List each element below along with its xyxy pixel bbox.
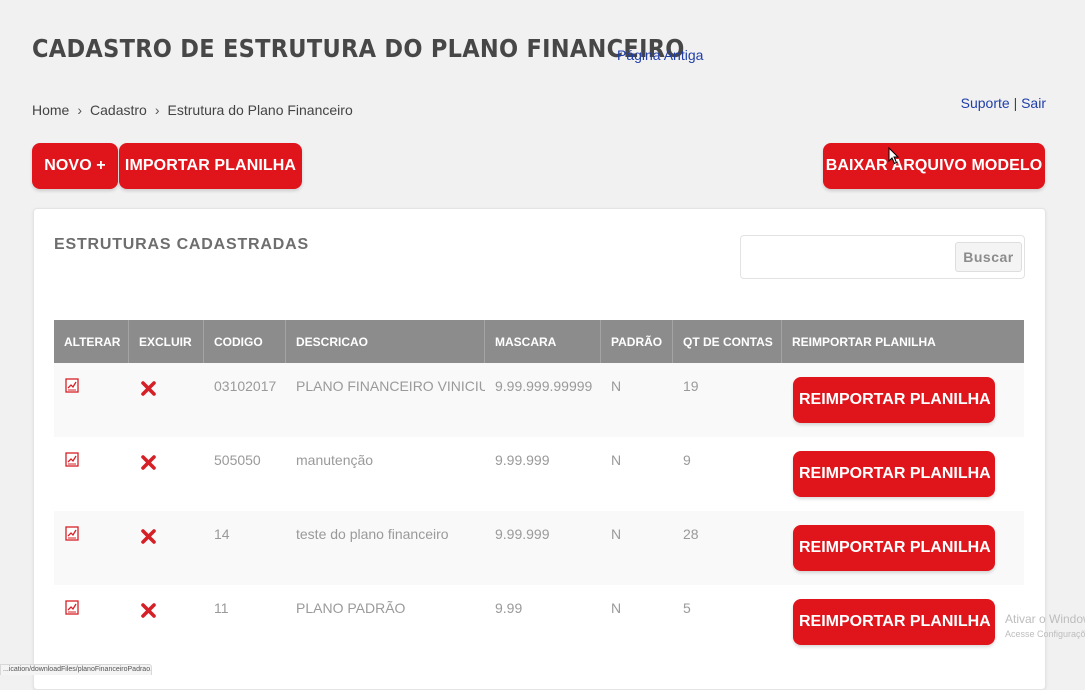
table-body: 03102017 PLANO FINANCEIRO VINICIUS 9.99.… (54, 363, 1024, 659)
breadcrumb-separator: › (154, 102, 160, 118)
table-row: 505050 manutenção 9.99.999 N 9 REIMPORTA… (54, 437, 1024, 511)
top-links: Suporte | Sair (961, 95, 1046, 111)
cell-mascara: 9.99.999 (495, 452, 550, 468)
cell-descricao: teste do plano financeiro (296, 526, 449, 542)
cell-descricao: PLANO FINANCEIRO VINICIUS (296, 378, 485, 394)
download-template-button[interactable]: BAIXAR ARQUIVO MODELO (823, 143, 1045, 189)
windows-activation-watermark: Ativar o Window Acesse Configurações (1005, 612, 1085, 642)
cell-qt-contas: 28 (683, 526, 699, 542)
cell-qt-contas: 9 (683, 452, 691, 468)
delete-x-icon[interactable] (141, 603, 156, 621)
logout-link[interactable]: Sair (1021, 95, 1046, 111)
reimport-spreadsheet-button[interactable]: REIMPORTAR PLANILHA (793, 451, 995, 497)
reimport-spreadsheet-button[interactable]: REIMPORTAR PLANILHA (793, 599, 995, 645)
panel-title: ESTRUTURAS CADASTRADAS (54, 236, 309, 253)
cell-padrao: N (611, 452, 622, 468)
delete-x-icon[interactable] (141, 529, 156, 547)
old-page-link[interactable]: Página Antiga (617, 47, 703, 63)
structures-panel: ESTRUTURAS CADASTRADAS Buscar ALTERAR EX… (33, 208, 1046, 690)
delete-x-icon[interactable] (141, 381, 156, 399)
cell-padrao: N (611, 378, 622, 394)
search-input[interactable] (747, 242, 951, 272)
reimport-spreadsheet-button[interactable]: REIMPORTAR PLANILHA (793, 377, 995, 423)
table-row: 11 PLANO PADRÃO 9.99 N 5 REIMPORTAR PLAN… (54, 585, 1024, 659)
column-header-padrao: PADRÃO (601, 320, 673, 363)
import-spreadsheet-button[interactable]: IMPORTAR PLANILHA (119, 143, 302, 189)
cell-mascara: 9.99 (495, 600, 523, 616)
cell-qt-contas: 19 (683, 378, 699, 394)
table-row: 14 teste do plano financeiro 9.99.999 N … (54, 511, 1024, 585)
delete-x-icon[interactable] (141, 455, 156, 473)
column-header-mascara: MASCARA (485, 320, 601, 363)
cell-codigo: 505050 (214, 452, 261, 468)
column-header-alterar: ALTERAR (54, 320, 129, 363)
breadcrumb-separator: › (77, 102, 83, 118)
search-box: Buscar (740, 235, 1025, 279)
cell-mascara: 9.99.999.99999 (495, 378, 593, 394)
breadcrumb-home[interactable]: Home (32, 102, 69, 118)
edit-document-icon[interactable] (65, 452, 79, 470)
column-header-reimportar: REIMPORTAR PLANILHA (792, 334, 936, 349)
new-button[interactable]: NOVO + (32, 143, 118, 189)
cell-qt-contas: 5 (683, 600, 691, 616)
cell-codigo: 14 (214, 526, 230, 542)
edit-document-icon[interactable] (65, 600, 79, 618)
table-row: 03102017 PLANO FINANCEIRO VINICIUS 9.99.… (54, 363, 1024, 437)
top-links-divider: | (1013, 95, 1018, 111)
cell-padrao: N (611, 526, 622, 542)
breadcrumb-cadastro[interactable]: Cadastro (90, 102, 147, 118)
column-header-qt-contas: QT DE CONTAS (673, 320, 782, 363)
mouse-cursor-icon (888, 146, 900, 170)
cell-mascara: 9.99.999 (495, 526, 550, 542)
edit-document-icon[interactable] (65, 526, 79, 544)
column-header-descricao: DESCRICAO (286, 320, 485, 363)
column-header-excluir: EXCLUIR (129, 320, 204, 363)
structures-table: ALTERAR EXCLUIR CODIGO DESCRICAO MASCARA… (54, 320, 1024, 659)
reimport-spreadsheet-button[interactable]: REIMPORTAR PLANILHA (793, 525, 995, 571)
cell-descricao: PLANO PADRÃO (296, 600, 406, 616)
support-link[interactable]: Suporte (961, 95, 1010, 111)
edit-document-icon[interactable] (65, 378, 79, 396)
cell-padrao: N (611, 600, 622, 616)
search-button[interactable]: Buscar (955, 242, 1022, 272)
watermark-line-1: Ativar o Window (1005, 612, 1085, 626)
cell-codigo: 03102017 (214, 378, 277, 394)
breadcrumb-current: Estrutura do Plano Financeiro (167, 102, 353, 118)
column-header-codigo: CODIGO (204, 320, 286, 363)
cell-descricao: manutenção (296, 452, 374, 468)
table-header: ALTERAR EXCLUIR CODIGO DESCRICAO MASCARA… (54, 320, 1024, 363)
breadcrumb: Home › Cadastro › Estrutura do Plano Fin… (32, 102, 353, 118)
cell-codigo: 11 (214, 600, 229, 616)
watermark-line-2: Acesse Configurações (1005, 629, 1085, 639)
status-bar-url: ...ication/downloadFiles/planoFinanceiro… (0, 664, 152, 675)
page-title: CADASTRO DE ESTRUTURA DO PLANO FINANCEIR… (32, 34, 685, 63)
